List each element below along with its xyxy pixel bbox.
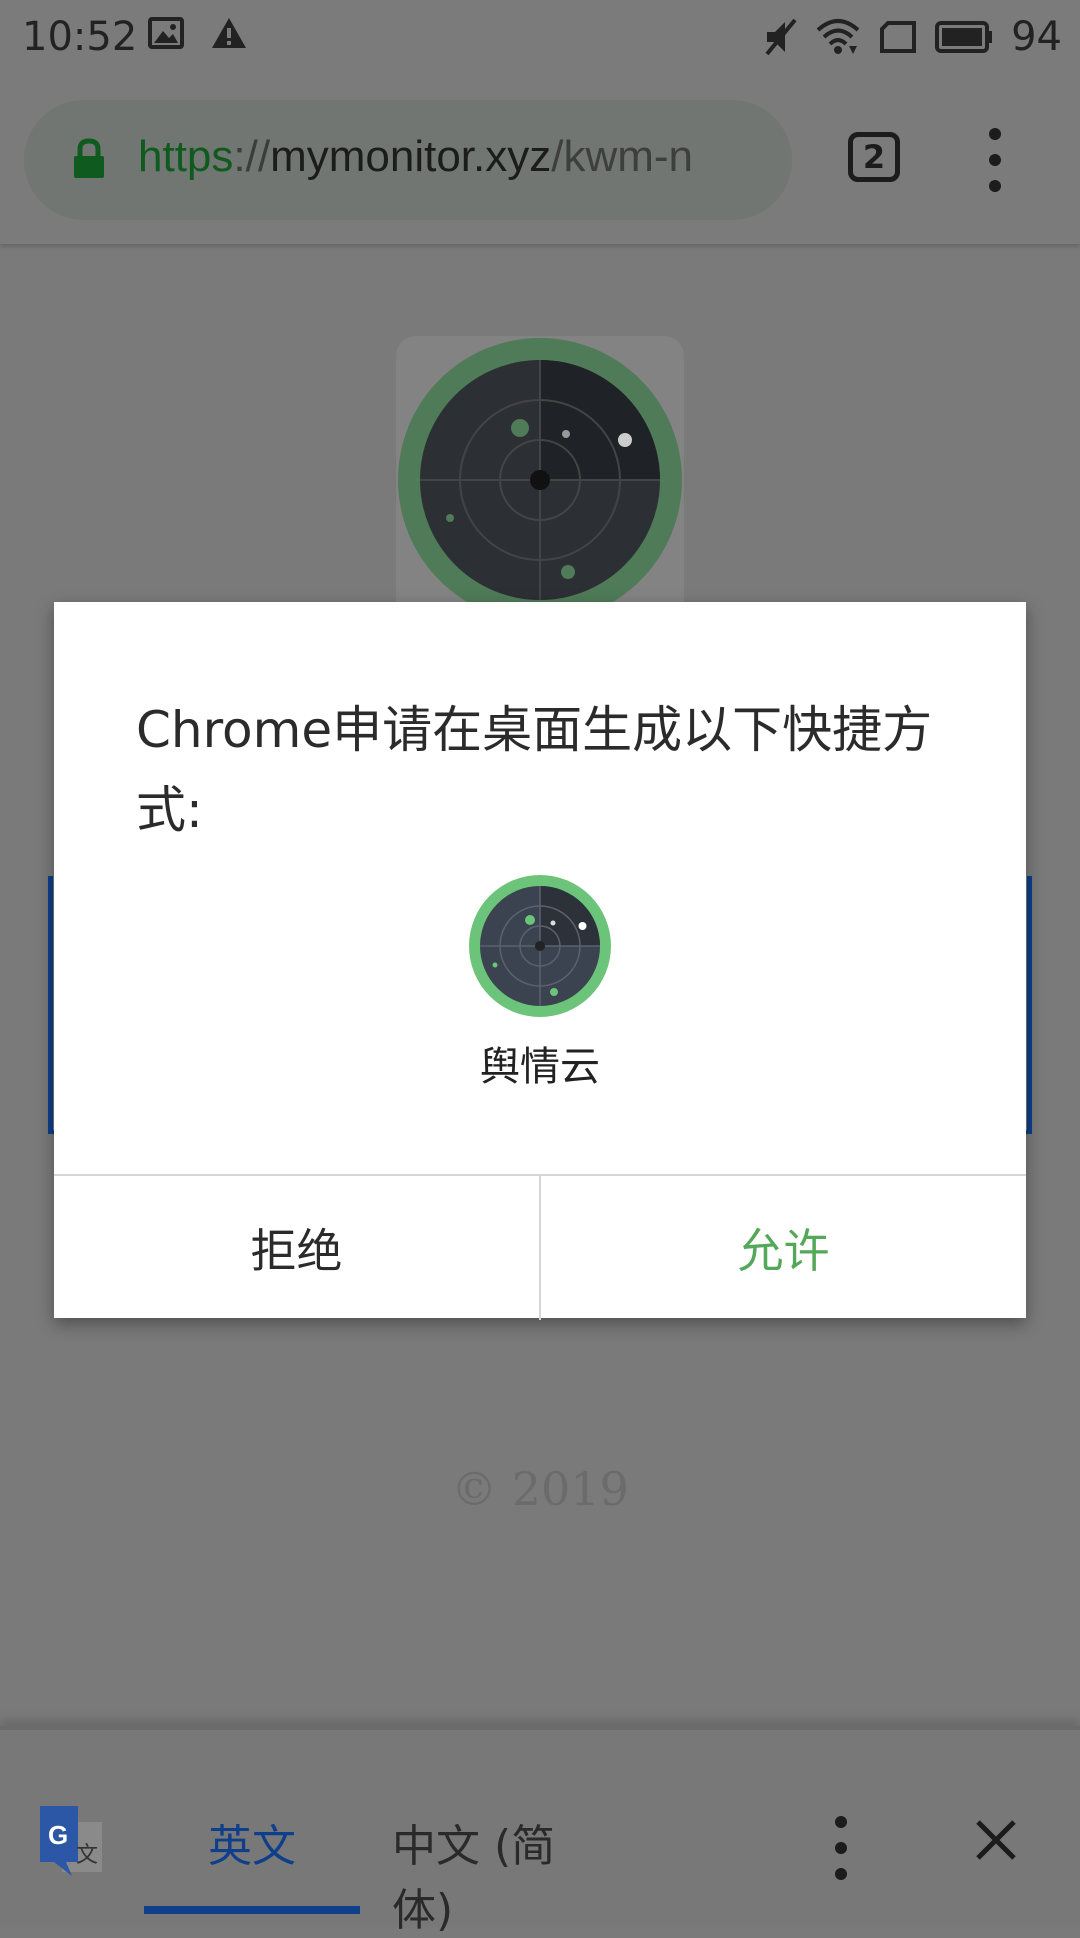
tab-source-language[interactable]: 英文: [144, 1794, 360, 1914]
svg-text:文: 文: [76, 1843, 98, 1868]
dialog-button-row: 拒绝 允许: [54, 1174, 1026, 1320]
google-translate-icon: G 文: [40, 1806, 102, 1876]
battery-percentage: 94: [1011, 14, 1062, 60]
dialog-message: Chrome申请在桌面生成以下快捷方式:: [136, 701, 933, 839]
url-separator: ://: [233, 132, 271, 181]
more-vert-icon: [835, 1816, 847, 1828]
page-copyright: © 2019: [451, 1462, 629, 1516]
battery-icon: [935, 21, 993, 53]
url-path: /kwm-n: [551, 132, 694, 181]
system-icons: 94: [763, 14, 1062, 60]
url-scheme: https: [138, 132, 234, 181]
close-icon[interactable]: [972, 1816, 1020, 1864]
warning-icon: [212, 18, 246, 48]
lock-icon: [74, 138, 104, 178]
url-text[interactable]: https://mymonitor.xyz/kwm-n: [138, 132, 788, 182]
app-name-label: 舆情云: [480, 1044, 600, 1090]
sim-icon: [880, 21, 917, 53]
browser-toolbar: https://mymonitor.xyz/kwm-n 2: [0, 76, 1080, 244]
status-time: 10:52: [22, 14, 138, 60]
allow-button[interactable]: 允许: [541, 1176, 1026, 1320]
wifi-icon: [816, 19, 860, 54]
status-bar: 10:52 94: [0, 0, 1080, 76]
vibrate-off-icon: [765, 18, 797, 56]
omnibox[interactable]: https://mymonitor.xyz/kwm-n: [24, 100, 792, 220]
translate-menu-button[interactable]: [830, 1816, 852, 1894]
svg-text:G: G: [48, 1820, 68, 1850]
url-host: mymonitor.xyz: [270, 132, 552, 181]
translate-bar: G 文 英文 中文 (简体): [0, 1726, 1080, 1936]
notification-icons: [148, 16, 248, 50]
app-icon: [469, 875, 611, 1017]
image-icon: [148, 17, 184, 49]
page-logo: [396, 336, 684, 632]
deny-button[interactable]: 拒绝: [54, 1176, 541, 1320]
tab-target-language[interactable]: 中文 (简体): [392, 1794, 612, 1936]
browser-menu-button[interactable]: [980, 128, 1010, 192]
more-vert-icon: [989, 128, 1001, 140]
tab-switcher-button[interactable]: 2: [848, 132, 900, 182]
add-to-homescreen-dialog: Chrome申请在桌面生成以下快捷方式: 舆情云 拒绝 允许: [54, 602, 1026, 1320]
